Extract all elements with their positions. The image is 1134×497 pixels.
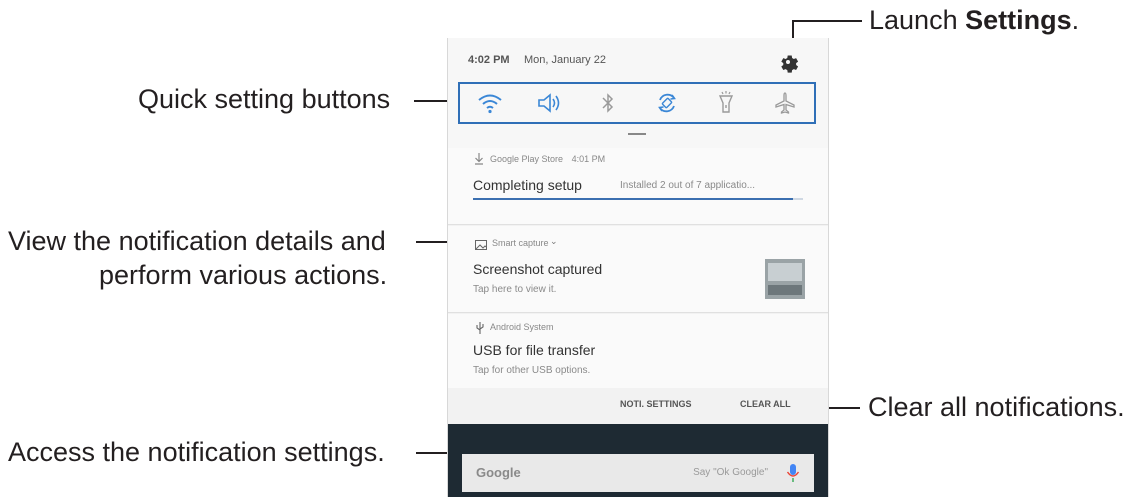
auto-rotate-icon[interactable]	[652, 88, 682, 118]
image-icon	[475, 237, 487, 255]
screenshot-thumbnail	[765, 259, 805, 299]
notification-panel: 4:02 PM Mon, January 22 Google Play Stor…	[447, 38, 829, 497]
progress-fill	[473, 198, 794, 200]
drag-handle[interactable]	[628, 133, 646, 135]
notification-detail: Tap here to view it.	[473, 284, 557, 295]
notification-detail: Tap for other USB options.	[473, 365, 591, 376]
google-search-bar[interactable]: Google Say "Ok Google"	[462, 454, 814, 492]
progress-bar	[473, 198, 803, 200]
status-date: Mon, January 22	[524, 54, 606, 66]
wifi-icon[interactable]	[475, 88, 505, 118]
callout-line-settings	[792, 20, 862, 22]
notification-title: Completing setup	[473, 177, 582, 193]
notification-card[interactable]: Android System USB for file transfer Tap…	[448, 314, 828, 389]
clear-all-button[interactable]: CLEAR ALL	[740, 399, 791, 409]
callout-view-details-1: View the notification details and	[8, 226, 386, 256]
notification-card[interactable]: Smart capture ⌄ Screenshot captured Tap …	[448, 226, 828, 313]
search-hint: Say "Ok Google"	[693, 467, 768, 478]
notification-time: 4:01 PM	[571, 154, 606, 164]
notification-card[interactable]: Google Play Store 4:01 PM Completing set…	[448, 148, 828, 225]
chevron-down-icon[interactable]: ⌄	[550, 236, 558, 247]
callout-quick-settings: Quick setting buttons	[138, 84, 391, 114]
notification-title: Screenshot captured	[473, 261, 603, 277]
airplane-mode-icon[interactable]	[770, 88, 800, 118]
panel-header: 4:02 PM Mon, January 22	[448, 38, 828, 148]
notification-app-name: Google Play Store	[490, 154, 564, 164]
home-screen: Google Say "Ok Google"	[448, 424, 828, 497]
callout-access-settings: Access the notification settings.	[8, 437, 385, 467]
usb-icon	[475, 321, 485, 339]
quick-settings-bar	[458, 82, 816, 124]
bluetooth-icon[interactable]	[593, 88, 623, 118]
callout-view-details-2: perform various actions.	[99, 260, 388, 290]
noti-settings-button[interactable]: NOTI. SETTINGS	[620, 399, 692, 409]
google-logo: Google	[476, 465, 521, 480]
sound-icon[interactable]	[534, 88, 564, 118]
status-time: 4:02 PM	[468, 54, 510, 66]
notification-title: USB for file transfer	[473, 342, 596, 358]
notification-app: Google Play Store 4:01 PM	[490, 154, 605, 164]
notification-detail: Installed 2 out of 7 applicatio...	[620, 180, 756, 191]
callout-launch-prefix: Launch	[869, 5, 966, 35]
flashlight-icon[interactable]	[711, 88, 741, 118]
callout-launch-settings: Launch Settings.	[869, 4, 1079, 37]
callout-launch-bold: Settings	[965, 5, 1072, 35]
callout-launch-suffix: .	[1071, 5, 1080, 35]
mic-icon[interactable]	[786, 463, 800, 483]
gear-icon[interactable]	[776, 50, 800, 74]
notification-app-name: Smart capture	[492, 238, 549, 248]
notification-actions: NOTI. SETTINGS CLEAR ALL	[448, 388, 828, 424]
notification-app-name: Android System	[490, 322, 554, 332]
download-icon	[474, 152, 484, 170]
callout-clear-all: Clear all notifications.	[868, 392, 1125, 422]
